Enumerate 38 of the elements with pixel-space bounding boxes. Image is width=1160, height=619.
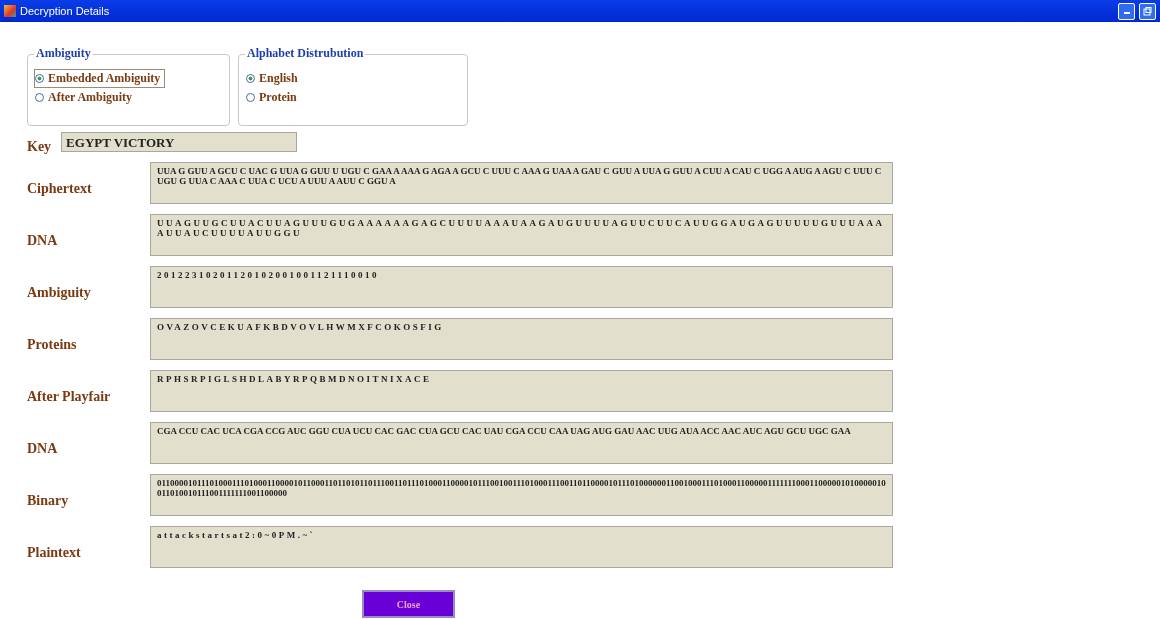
minimize-button[interactable] [1118, 2, 1135, 20]
text-field[interactable]: 0110000101110100011101000110000101100011011010110111001101110100011000010111001001110100011100110110000101110100000011001000111010001100000111111100011000001010000010011010010111001111111001100000 [150, 474, 893, 516]
app-icon [4, 5, 16, 17]
group-title: Alphabet Distrubution [245, 46, 366, 61]
text-field[interactable]: attackstartsat2:0~0PM.~` [150, 526, 893, 568]
field-label: After Playfair [27, 388, 112, 405]
radio-button[interactable] [35, 74, 44, 83]
key-field[interactable]: EGYPT VICTORY [61, 132, 298, 152]
field-label: DNA [27, 440, 59, 457]
radio-option[interactable]: After Ambiguity [34, 88, 138, 107]
text-field[interactable]: RPHSRPIGLSHDLABYRPQBMDNOITNIXACE [150, 370, 893, 412]
text-field[interactable]: UUAGUUGCUUACUUAGUUUGUGAAAAAAGAGCUUUUAAAUAAGAUGUUUUAGUUCUUCAUUGGAUGAGUUUUUGUUUAAAAUUAUCUUUUAUUGGU [150, 214, 893, 256]
text-field[interactable]: UUA G GUU A GCU C UAC G UUA G GUU U UGU C GAA A AAA G AGA A GCU C UUU C AAA G UAA A GAU C GUU A UUA G GUU A CUU A CAU C UGG A AUG A AGU C UUU C UGU G UUA C AAA C UUA C UCU A UUU A AUU C GGU A [150, 162, 893, 204]
text-field[interactable]: 20122310201120102001001121110010 [150, 266, 893, 308]
radio-option[interactable]: Embedded Ambiguity [34, 69, 166, 88]
close-button[interactable]: Close [362, 590, 455, 618]
field-label: Plaintext [27, 544, 82, 561]
radio-label: Embedded Ambiguity [48, 71, 161, 86]
group-title: Ambiguity [34, 46, 93, 61]
radio-option[interactable]: English [245, 69, 303, 88]
field-label: Binary [27, 492, 70, 509]
text-field[interactable]: OVAZOVCEKUAFKBDVOVLHWMXFCOKOSFIG [150, 318, 893, 360]
field-label: Ciphertext [27, 180, 93, 197]
radio-label: After Ambiguity [48, 90, 133, 105]
restore-icon [1143, 6, 1152, 16]
radio-label: Protein [259, 90, 297, 105]
radio-button[interactable] [246, 74, 255, 83]
radio-label: English [259, 71, 298, 86]
key-label: Key [27, 138, 52, 155]
field-label: Ambiguity [27, 284, 92, 301]
field-label: DNA [27, 232, 59, 249]
restore-button[interactable] [1139, 2, 1156, 20]
radio-button[interactable] [35, 93, 44, 102]
text-field[interactable]: CGA CCU CAC UCA CGA CCG AUC GGU CUA UCU CAC GAC CUA GCU CAC UAU CGA CCU CAA UAG AUG GAU AAC UUG AUA ACC AAC AUC AGU GCU UGC GAA [150, 422, 893, 464]
window-title: Decryption Details [20, 5, 110, 17]
field-label: Proteins [27, 336, 78, 353]
radio-button[interactable] [246, 93, 255, 102]
radio-option[interactable]: Protein [245, 88, 302, 107]
